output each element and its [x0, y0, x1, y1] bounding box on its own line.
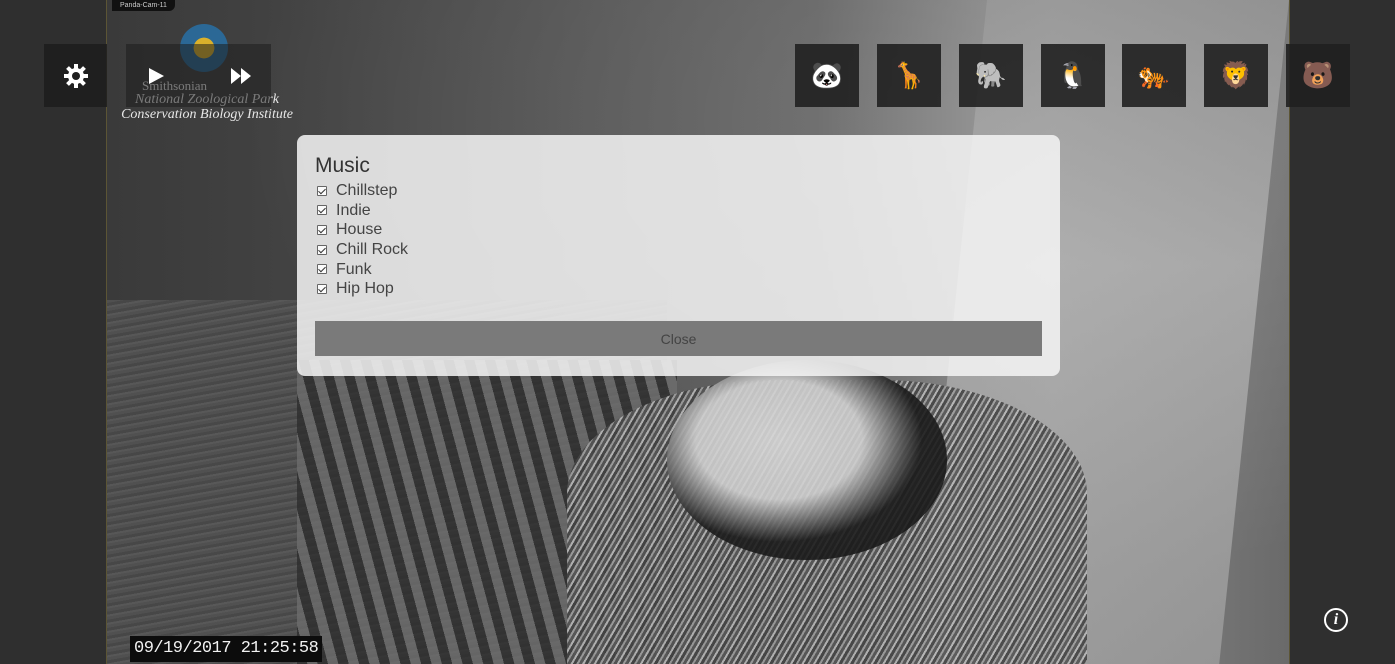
- animal-button-lion[interactable]: 🦁: [1204, 44, 1268, 107]
- play-button[interactable]: [146, 66, 166, 86]
- feed-panda: [667, 360, 947, 560]
- animal-button-elephant[interactable]: 🐘: [959, 44, 1023, 107]
- music-option-hip-hop[interactable]: Hip Hop: [315, 279, 1042, 299]
- animal-button-penguin[interactable]: 🐧: [1041, 44, 1105, 107]
- play-icon: [149, 68, 164, 84]
- skip-button[interactable]: [229, 66, 253, 86]
- giraffe-icon: 🦒: [892, 60, 926, 91]
- penguin-icon: 🐧: [1056, 60, 1090, 91]
- music-option-chillstep[interactable]: Chillstep: [315, 181, 1042, 201]
- tiger-icon: 🐅: [1137, 60, 1171, 91]
- option-label: Hip Hop: [336, 280, 394, 298]
- panda-icon: 🐼: [810, 60, 844, 91]
- lion-icon: 🦁: [1219, 60, 1253, 91]
- option-label: House: [336, 221, 383, 239]
- checkbox[interactable]: [317, 224, 327, 235]
- checkbox[interactable]: [317, 264, 327, 275]
- elephant-icon: 🐘: [974, 60, 1008, 91]
- music-option-chill-rock[interactable]: Chill Rock: [315, 240, 1042, 260]
- settings-button[interactable]: [44, 44, 107, 107]
- animal-button-polar-bear[interactable]: 🐻: [1286, 44, 1350, 107]
- panda-cam-stage: Panda-Cam-11 09/19/2017 21:25:58 Smithso…: [0, 0, 1395, 664]
- music-option-funk[interactable]: Funk: [315, 259, 1042, 279]
- music-option-house[interactable]: House: [315, 220, 1042, 240]
- music-dialog: Music Chillstep Indie House Chill Rock F…: [297, 135, 1060, 376]
- option-label: Indie: [336, 201, 371, 219]
- dialog-title: Music: [315, 154, 370, 177]
- gear-icon: [63, 63, 88, 88]
- camera-label: Panda-Cam-11: [112, 0, 175, 11]
- info-icon[interactable]: i: [1324, 608, 1348, 632]
- music-option-indie[interactable]: Indie: [315, 201, 1042, 221]
- logo-line-3: Conservation Biology Institute: [121, 107, 293, 122]
- animal-button-panda[interactable]: 🐼: [795, 44, 859, 107]
- fast-forward-icon: [231, 68, 251, 84]
- polar-bear-icon: 🐻: [1301, 60, 1335, 91]
- option-label: Chill Rock: [336, 241, 409, 259]
- option-label: Funk: [336, 260, 372, 278]
- checkbox[interactable]: [317, 244, 327, 255]
- camera-timestamp: 09/19/2017 21:25:58: [130, 636, 323, 662]
- animal-button-giraffe[interactable]: 🦒: [877, 44, 941, 107]
- option-label: Chillstep: [336, 182, 398, 200]
- checkbox[interactable]: [317, 205, 327, 216]
- playback-controls: [126, 44, 271, 107]
- close-button[interactable]: Close: [315, 321, 1042, 356]
- checkbox[interactable]: [317, 185, 327, 196]
- checkbox[interactable]: [317, 283, 327, 294]
- animal-button-tiger[interactable]: 🐅: [1122, 44, 1186, 107]
